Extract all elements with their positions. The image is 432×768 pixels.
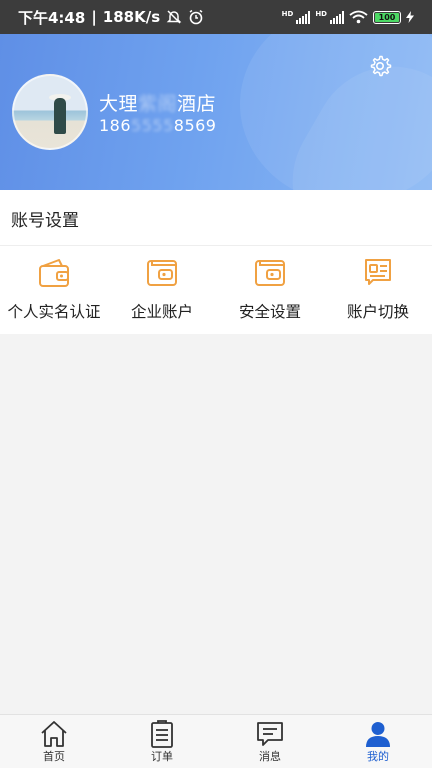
status-separator: | [91,8,97,26]
network-type-label: HD [281,10,294,18]
tab-mine-label: 我的 [367,750,389,763]
security-settings-item[interactable]: 安全设置 [216,246,324,334]
home-icon [41,721,67,747]
security-settings-label: 安全设置 [238,303,301,321]
avatar[interactable] [12,74,88,150]
section-title: 账号设置 [11,211,79,231]
message-icon [257,722,283,746]
screen: 下午4:48 | 188K/s HD HD 100 大理紫阁酒店 1865555… [0,0,432,768]
charging-icon [406,11,414,23]
profile-name: 大理紫阁酒店 [99,93,217,115]
network-type-label-2: HD [315,10,327,18]
card-icon [365,259,391,285]
wallet-icon [147,260,177,286]
real-name-auth-label: 个人实名认证 [7,303,101,321]
account-settings-section: 账号设置 个人实名认证 企业账户 安全设置 账户切换 [0,190,432,334]
switch-account-item[interactable]: 账户切换 [324,246,432,334]
status-speed: 188K/s [102,8,161,26]
settings-gear-icon[interactable] [368,54,392,78]
masked-phone: 5555 [131,116,174,135]
id-card-wallet-icon [39,259,69,287]
signal-icon-2 [330,10,344,24]
status-time: 下午4:48 [18,8,86,27]
real-name-auth-item[interactable]: 个人实名认证 [0,246,108,334]
tab-mine[interactable]: 我的 [324,715,432,768]
tab-messages-label: 消息 [259,750,281,763]
switch-account-label: 账户切换 [346,303,409,321]
battery-icon: 100 [373,10,401,24]
user-icon [366,722,390,747]
wifi-icon [349,10,368,24]
enterprise-account-label: 企业账户 [130,303,193,321]
account-settings-grid: 个人实名认证 企业账户 安全设置 账户切换 [0,246,432,334]
profile-phone: 18655558569 [99,116,217,135]
tab-messages[interactable]: 消息 [216,715,324,768]
tab-home[interactable]: 首页 [0,715,108,768]
masked-name: 紫阁 [138,93,178,115]
battery-level: 100 [378,12,396,22]
status-bar: 下午4:48 | 188K/s HD HD 100 [0,0,432,34]
tab-orders-label: 订单 [151,750,173,763]
bottom-tab-bar: 首页 订单 消息 我的 [0,714,432,768]
alarm-icon [189,9,203,25]
signal-icon [296,10,311,24]
mute-bell-icon [166,10,182,24]
tab-orders[interactable]: 订单 [108,715,216,768]
profile-header: 大理紫阁酒店 18655558569 [0,34,432,190]
order-icon [151,720,173,748]
tab-home-label: 首页 [43,750,65,763]
wallet-icon [255,260,285,286]
enterprise-account-item[interactable]: 企业账户 [108,246,216,334]
